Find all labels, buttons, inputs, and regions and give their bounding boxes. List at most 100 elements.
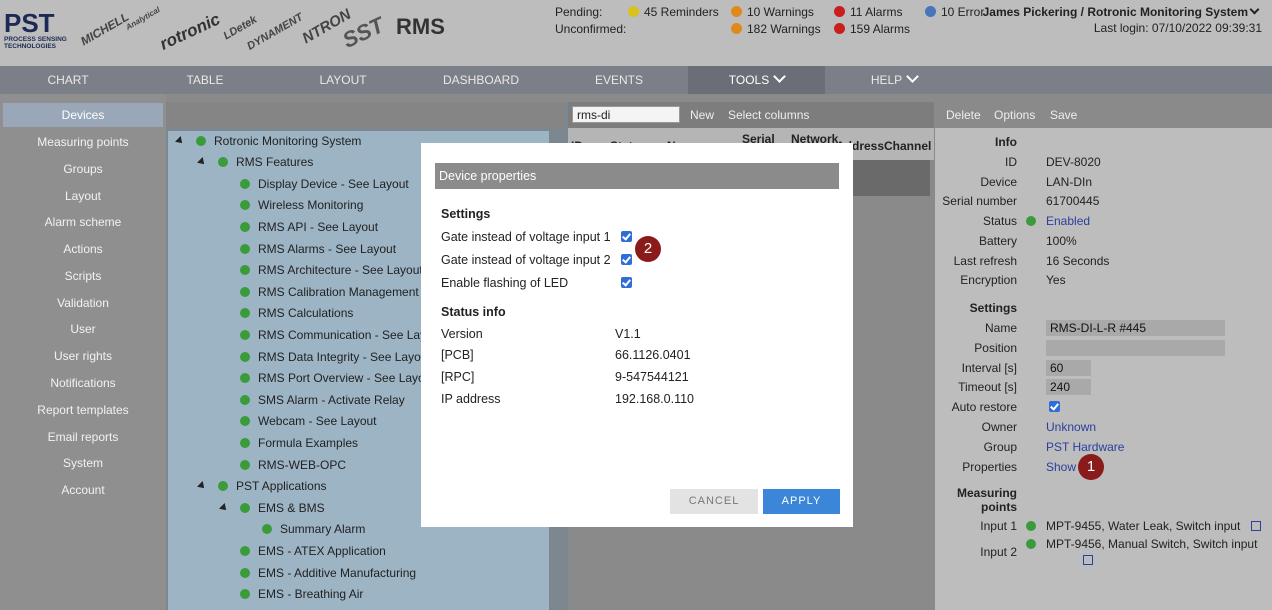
tree-item[interactable]: EMS - Breathing Air bbox=[240, 584, 363, 605]
external-link-icon[interactable] bbox=[1251, 521, 1262, 531]
status-dot-icon bbox=[240, 373, 250, 383]
menu-devices[interactable]: Devices bbox=[3, 103, 163, 127]
unconfirmed-warnings[interactable]: 182 Warnings bbox=[731, 22, 821, 36]
gate1-checkbox[interactable] bbox=[621, 231, 632, 242]
delete-button[interactable]: Delete bbox=[946, 108, 981, 122]
name-input[interactable]: RMS-DI-L-R #445 bbox=[1046, 320, 1225, 336]
owner-link[interactable]: Unknown bbox=[1046, 420, 1096, 434]
tree-item[interactable]: RMS Architecture - See Layout bbox=[240, 260, 423, 281]
timeout-input[interactable]: 240 bbox=[1046, 379, 1091, 395]
pending-label: Pending: bbox=[555, 5, 603, 19]
new-device-button[interactable]: New bbox=[690, 108, 714, 122]
menu-email-reports[interactable]: Email reports bbox=[0, 430, 166, 444]
led-checkbox[interactable] bbox=[621, 277, 632, 288]
menu-actions[interactable]: Actions bbox=[0, 242, 166, 256]
tree-item[interactable]: EMS - Additive Manufacturing bbox=[240, 563, 416, 584]
select-columns-button[interactable]: Select columns bbox=[728, 108, 809, 122]
pending-alarms[interactable]: 11 Alarms bbox=[834, 5, 902, 19]
pending-warnings[interactable]: 10 Warnings bbox=[731, 5, 814, 19]
nav-events[interactable]: EVENTS bbox=[550, 66, 688, 94]
pending-reminders[interactable]: 45 Reminders bbox=[628, 5, 719, 19]
expand-triangle-icon[interactable] bbox=[197, 157, 207, 167]
tree-item-label: EMS - Additive Manufacturing bbox=[258, 566, 417, 580]
settings-section-title: Settings bbox=[969, 301, 1017, 315]
properties-label: Properties bbox=[962, 460, 1017, 474]
nav-tools[interactable]: TOOLS bbox=[688, 66, 825, 94]
interval-input[interactable]: 60 bbox=[1046, 360, 1091, 376]
pst-logo-subtitle-1: PROCESS SENSING bbox=[4, 36, 67, 43]
save-button[interactable]: Save bbox=[1050, 108, 1077, 122]
tree-item-label: Summary Alarm bbox=[280, 522, 366, 536]
tree-item[interactable]: Wireless Monitoring bbox=[240, 195, 363, 216]
nav-chart[interactable]: CHART bbox=[0, 66, 136, 94]
tree-item[interactable]: RMS Port Overview - See Layout bbox=[240, 368, 435, 389]
menu-notifications[interactable]: Notifications bbox=[0, 376, 166, 390]
cancel-button[interactable]: CANCEL bbox=[670, 489, 758, 514]
position-input[interactable] bbox=[1046, 340, 1225, 356]
tree-item-label: RMS-WEB-OPC bbox=[258, 458, 346, 472]
tree-item[interactable]: SMS Alarm - Activate Relay bbox=[240, 390, 405, 411]
group-link[interactable]: PST Hardware bbox=[1046, 440, 1124, 454]
menu-report-templates[interactable]: Report templates bbox=[0, 403, 166, 417]
tree-item-label: RMS Calculations bbox=[258, 306, 354, 320]
tree-item[interactable]: PST Applications bbox=[197, 476, 327, 497]
tree-item[interactable]: Display Device - See Layout bbox=[240, 174, 409, 195]
tree-item[interactable]: RMS-WEB-OPC bbox=[240, 455, 346, 476]
tree-item[interactable]: RMS Calculations bbox=[240, 303, 353, 324]
tree-item[interactable]: Formula Examples bbox=[240, 433, 358, 454]
tree-item[interactable]: Rotronic Monitoring System bbox=[175, 131, 361, 152]
menu-system[interactable]: System bbox=[0, 456, 166, 470]
menu-account[interactable]: Account bbox=[0, 483, 166, 497]
menu-layout[interactable]: Layout bbox=[0, 189, 166, 203]
device-value: LAN-DIn bbox=[1046, 175, 1093, 189]
menu-groups[interactable]: Groups bbox=[0, 162, 166, 176]
unconfirmed-alarms[interactable]: 159 Alarms bbox=[834, 22, 910, 36]
nav-dashboard[interactable]: DASHBOARD bbox=[412, 66, 550, 94]
nav-help-label: HELP bbox=[870, 73, 903, 87]
tree-item[interactable]: RMS Data Integrity - See Layout bbox=[240, 347, 431, 368]
col-channel[interactable]: Channel bbox=[884, 139, 931, 153]
tree-item[interactable]: Webcam - See Layout bbox=[240, 411, 377, 432]
tree-item[interactable]: RMS Features bbox=[197, 152, 313, 173]
status-dot-icon bbox=[240, 265, 250, 275]
external-link-icon[interactable] bbox=[1082, 555, 1093, 565]
expand-triangle-icon[interactable] bbox=[175, 136, 185, 146]
gate2-checkbox[interactable] bbox=[621, 254, 632, 265]
alarm-dot-icon bbox=[834, 6, 845, 17]
menu-user[interactable]: User bbox=[0, 322, 166, 336]
tree-item[interactable]: Summary Alarm bbox=[262, 519, 365, 540]
expand-triangle-icon[interactable] bbox=[197, 481, 207, 491]
device-search-input[interactable]: rms-di bbox=[572, 106, 680, 123]
input1-value: MPT-9455, Water Leak, Switch input bbox=[1046, 519, 1241, 533]
tree-item-label: Display Device - See Layout bbox=[258, 177, 409, 191]
properties-show-link[interactable]: Show bbox=[1046, 460, 1076, 474]
status-dot-icon bbox=[240, 438, 250, 448]
expand-triangle-icon[interactable] bbox=[219, 503, 229, 513]
tree-item[interactable]: EMS - ATEX Application bbox=[240, 541, 386, 562]
nav-layout[interactable]: LAYOUT bbox=[274, 66, 412, 94]
tree-item[interactable]: RMS API - See Layout bbox=[240, 217, 378, 238]
pending-errors[interactable]: 10 Error bbox=[925, 5, 984, 19]
menu-alarm-scheme[interactable]: Alarm scheme bbox=[0, 215, 166, 229]
encryption-label: Encryption bbox=[960, 273, 1017, 287]
tree-item-label: RMS API - See Layout bbox=[258, 220, 379, 234]
nav-table[interactable]: TABLE bbox=[136, 66, 274, 94]
user-menu[interactable]: James Pickering / Rotronic Monitoring Sy… bbox=[983, 5, 1248, 19]
menu-measuring-points[interactable]: Measuring points bbox=[0, 135, 166, 149]
tree-item[interactable]: EMS & BMS bbox=[219, 498, 325, 519]
input2-label: Input 2 bbox=[980, 545, 1017, 559]
options-button[interactable]: Options bbox=[994, 108, 1035, 122]
nav-help[interactable]: HELP bbox=[825, 66, 963, 94]
step-marker-1: 1 bbox=[1078, 454, 1104, 480]
menu-validation[interactable]: Validation bbox=[0, 296, 166, 310]
tree-item[interactable]: RMS Calibration Management - bbox=[240, 282, 426, 303]
auto-restore-checkbox[interactable] bbox=[1049, 401, 1060, 412]
tree-item[interactable]: RMS Alarms - See Layout bbox=[240, 239, 396, 260]
menu-user-rights[interactable]: User rights bbox=[0, 349, 166, 363]
apply-button[interactable]: APPLY bbox=[763, 489, 840, 514]
status-value[interactable]: Enabled bbox=[1046, 214, 1090, 228]
tree-item-label: Webcam - See Layout bbox=[258, 414, 377, 428]
owner-label: Owner bbox=[981, 420, 1017, 434]
menu-scripts[interactable]: Scripts bbox=[0, 269, 166, 283]
tree-item[interactable]: RMS Communication - See Layo bbox=[240, 325, 433, 346]
